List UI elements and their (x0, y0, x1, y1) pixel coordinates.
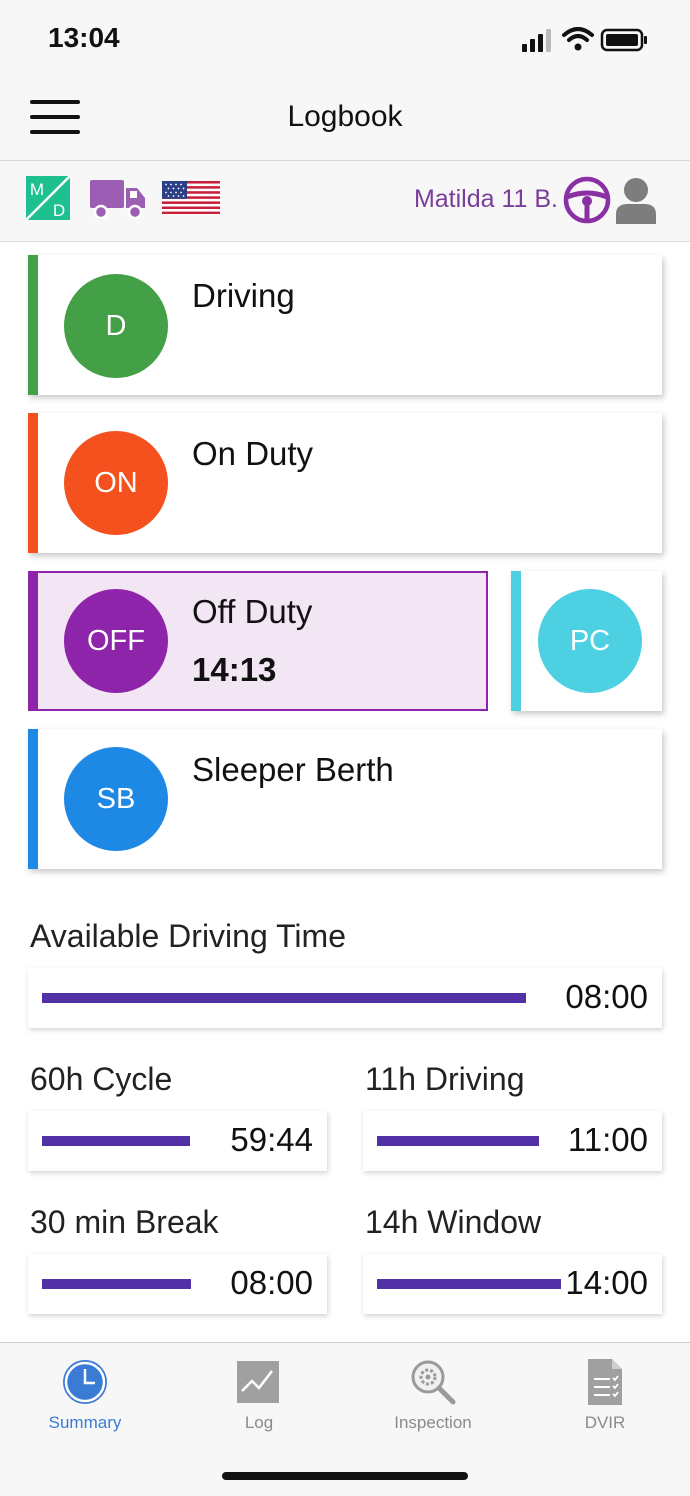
available-driving-bar (42, 993, 526, 1003)
cycle-bar (42, 1136, 190, 1146)
nav-bar: Logbook (0, 80, 690, 161)
window-value: 14:00 (565, 1264, 648, 1301)
steering-wheel-icon[interactable] (562, 175, 612, 225)
duty-card-on-duty[interactable]: ON On Duty (28, 413, 662, 553)
clock-icon (63, 1360, 107, 1404)
md-logo-top: M (30, 180, 44, 199)
page-title: Logbook (287, 100, 403, 133)
status-color-bar (28, 255, 38, 395)
status-label-on-duty: On Duty (192, 435, 314, 472)
md-logo-bottom: D (53, 201, 65, 220)
tab-log-label: Log (244, 1413, 274, 1432)
break-meter: 08:00 (28, 1254, 327, 1314)
window-label: 14h Window (365, 1204, 542, 1240)
duty-card-sleeper-berth[interactable]: SB Sleeper Berth (28, 729, 662, 869)
status-label-off-duty: Off Duty (192, 593, 313, 630)
duty-card-personal-conveyance[interactable]: PC (511, 571, 662, 711)
us-flag-icon[interactable] (162, 181, 220, 214)
off-duty-timer: 14:13 (192, 651, 277, 688)
tab-dvir[interactable]: DVIR (540, 1357, 670, 1443)
status-circle-driving: D (64, 274, 168, 378)
available-driving-value: 08:00 (565, 978, 648, 1015)
tab-summary-label: Summary (48, 1413, 122, 1432)
status-circle-off-duty: OFF (64, 589, 168, 693)
signal-icon (522, 29, 551, 52)
duty-card-driving[interactable]: D Driving (28, 255, 662, 395)
status-color-bar (28, 413, 38, 553)
window-meter: 14:00 (363, 1254, 662, 1314)
driving-limit-value: 11:00 (567, 1121, 648, 1158)
truck-icon[interactable] (90, 178, 146, 220)
break-value: 08:00 (230, 1264, 313, 1301)
tab-dvir-label: DVIR (584, 1413, 626, 1432)
md-logo-icon[interactable]: M D (26, 176, 70, 220)
break-bar (42, 1279, 191, 1289)
driving-limit-meter: 11:00 (363, 1111, 662, 1171)
wifi-icon (562, 27, 594, 51)
status-color-bar (28, 571, 38, 711)
driver-name[interactable]: Matilda 11 B. (414, 185, 558, 214)
status-label-driving: Driving (192, 277, 295, 314)
available-driving-label: Available Driving Time (30, 918, 346, 954)
status-circle-sleeper-berth: SB (64, 747, 168, 851)
tab-inspection-label: Inspection (394, 1413, 472, 1432)
window-bar (377, 1279, 561, 1289)
driving-limit-bar (377, 1136, 539, 1146)
status-color-bar (28, 729, 38, 869)
duty-card-off-duty[interactable]: OFF Off Duty 14:13 (28, 571, 488, 711)
status-color-bar (511, 571, 521, 711)
tab-summary[interactable]: Summary (20, 1357, 150, 1443)
driving-limit-label: 11h Driving (365, 1061, 525, 1097)
status-icons (522, 27, 647, 52)
home-indicator[interactable] (222, 1472, 468, 1480)
status-circle-pc: PC (538, 589, 642, 693)
status-time: 13:04 (48, 22, 120, 53)
status-bar: 13:04 (0, 0, 690, 80)
tab-log[interactable]: Log (194, 1357, 324, 1443)
inspection-icon (411, 1360, 456, 1405)
cycle-label: 60h Cycle (30, 1061, 173, 1097)
tab-inspection[interactable]: Inspection (368, 1357, 498, 1443)
user-icon[interactable] (614, 176, 658, 224)
available-driving-meter: 08:00 (28, 968, 662, 1028)
status-circle-on-duty: ON (64, 431, 168, 535)
battery-icon (600, 28, 647, 52)
status-label-sleeper-berth: Sleeper Berth (192, 751, 394, 788)
document-icon (588, 1359, 622, 1405)
cycle-meter: 59:44 (28, 1111, 327, 1171)
break-label: 30 min Break (30, 1204, 219, 1240)
cycle-value: 59:44 (230, 1121, 313, 1158)
chart-icon (237, 1361, 279, 1403)
